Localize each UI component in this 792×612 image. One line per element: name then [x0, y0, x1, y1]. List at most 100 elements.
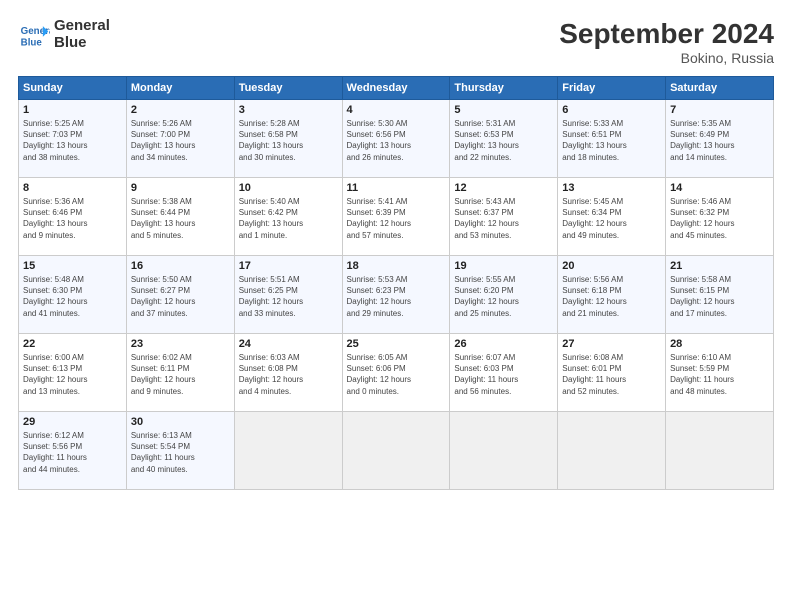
calendar-cell: 26 Sunrise: 6:07 AMSunset: 6:03 PMDayligh…: [450, 334, 558, 412]
calendar-cell: [342, 412, 450, 490]
day-detail: Sunrise: 6:07 AMSunset: 6:03 PMDaylight:…: [454, 353, 518, 396]
day-detail: Sunrise: 5:38 AMSunset: 6:44 PMDaylight:…: [131, 197, 195, 240]
day-detail: Sunrise: 6:02 AMSunset: 6:11 PMDaylight:…: [131, 353, 195, 396]
calendar-cell: 10 Sunrise: 5:40 AMSunset: 6:42 PMDayligh…: [234, 178, 342, 256]
calendar-cell: 7 Sunrise: 5:35 AMSunset: 6:49 PMDaylight…: [666, 100, 774, 178]
calendar-cell: 27 Sunrise: 6:08 AMSunset: 6:01 PMDayligh…: [558, 334, 666, 412]
day-number: 7: [670, 104, 769, 116]
day-number: 14: [670, 182, 769, 194]
day-number: 20: [562, 260, 661, 272]
weekday-header-tuesday: Tuesday: [234, 77, 342, 100]
day-number: 16: [131, 260, 230, 272]
day-number: 17: [239, 260, 338, 272]
calendar-cell: 16 Sunrise: 5:50 AMSunset: 6:27 PMDayligh…: [126, 256, 234, 334]
day-detail: Sunrise: 5:41 AMSunset: 6:39 PMDaylight:…: [347, 197, 411, 240]
calendar-cell: 9Sunrise: 5:38 AMSunset: 6:44 PMDaylight…: [126, 178, 234, 256]
calendar-cell: 17 Sunrise: 5:51 AMSunset: 6:25 PMDayligh…: [234, 256, 342, 334]
page: General Blue General Blue September 2024…: [0, 0, 792, 612]
calendar-table: SundayMondayTuesdayWednesdayThursdayFrid…: [18, 76, 774, 490]
calendar-cell: 4 Sunrise: 5:30 AMSunset: 6:56 PMDaylight…: [342, 100, 450, 178]
day-detail: Sunrise: 6:10 AMSunset: 5:59 PMDaylight:…: [670, 353, 734, 396]
day-number: 21: [670, 260, 769, 272]
day-number: 30: [131, 416, 230, 428]
day-detail: Sunrise: 5:48 AMSunset: 6:30 PMDaylight:…: [23, 275, 87, 318]
day-detail: Sunrise: 5:30 AMSunset: 6:56 PMDaylight:…: [347, 119, 411, 162]
day-number: 6: [562, 104, 661, 116]
calendar-cell: [558, 412, 666, 490]
day-detail: Sunrise: 5:43 AMSunset: 6:37 PMDaylight:…: [454, 197, 518, 240]
calendar-cell: 14 Sunrise: 5:46 AMSunset: 6:32 PMDayligh…: [666, 178, 774, 256]
day-detail: Sunrise: 5:28 AMSunset: 6:58 PMDaylight:…: [239, 119, 303, 162]
calendar-cell: 30 Sunrise: 6:13 AMSunset: 5:54 PMDayligh…: [126, 412, 234, 490]
day-number: 19: [454, 260, 553, 272]
day-detail: Sunrise: 6:05 AMSunset: 6:06 PMDaylight:…: [347, 353, 411, 396]
location: Bokino, Russia: [559, 50, 774, 66]
day-number: 10: [239, 182, 338, 194]
weekday-header-monday: Monday: [126, 77, 234, 100]
logo-text-general: General: [54, 18, 110, 35]
day-detail: Sunrise: 5:51 AMSunset: 6:25 PMDaylight:…: [239, 275, 303, 318]
day-detail: Sunrise: 5:33 AMSunset: 6:51 PMDaylight:…: [562, 119, 626, 162]
weekday-header-friday: Friday: [558, 77, 666, 100]
day-number: 13: [562, 182, 661, 194]
day-detail: Sunrise: 5:46 AMSunset: 6:32 PMDaylight:…: [670, 197, 734, 240]
day-number: 12: [454, 182, 553, 194]
calendar-cell: 28 Sunrise: 6:10 AMSunset: 5:59 PMDayligh…: [666, 334, 774, 412]
calendar-cell: 19 Sunrise: 5:55 AMSunset: 6:20 PMDayligh…: [450, 256, 558, 334]
calendar-cell: 13Sunrise: 5:45 AMSunset: 6:34 PMDayligh…: [558, 178, 666, 256]
calendar-cell: 29 Sunrise: 6:12 AMSunset: 5:56 PMDayligh…: [19, 412, 127, 490]
day-detail: Sunrise: 6:12 AMSunset: 5:56 PMDaylight:…: [23, 431, 87, 474]
day-number: 24: [239, 338, 338, 350]
calendar-cell: 21 Sunrise: 5:58 AMSunset: 6:15 PMDayligh…: [666, 256, 774, 334]
day-number: 26: [454, 338, 553, 350]
day-detail: Sunrise: 6:13 AMSunset: 5:54 PMDaylight:…: [131, 431, 195, 474]
calendar-cell: [666, 412, 774, 490]
day-detail: Sunrise: 5:53 AMSunset: 6:23 PMDaylight:…: [347, 275, 411, 318]
calendar-cell: 6 Sunrise: 5:33 AMSunset: 6:51 PMDaylight…: [558, 100, 666, 178]
calendar-cell: 2 Sunrise: 5:26 AMSunset: 7:00 PMDaylight…: [126, 100, 234, 178]
day-detail: Sunrise: 5:36 AMSunset: 6:46 PMDaylight:…: [23, 197, 87, 240]
calendar-cell: 24Sunrise: 6:03 AMSunset: 6:08 PMDayligh…: [234, 334, 342, 412]
calendar-cell: 18Sunrise: 5:53 AMSunset: 6:23 PMDayligh…: [342, 256, 450, 334]
calendar-cell: 5 Sunrise: 5:31 AMSunset: 6:53 PMDaylight…: [450, 100, 558, 178]
logo: General Blue General Blue: [18, 18, 110, 51]
day-number: 29: [23, 416, 122, 428]
day-number: 1: [23, 104, 122, 116]
day-detail: Sunrise: 5:56 AMSunset: 6:18 PMDaylight:…: [562, 275, 626, 318]
day-number: 27: [562, 338, 661, 350]
calendar-cell: 23Sunrise: 6:02 AMSunset: 6:11 PMDayligh…: [126, 334, 234, 412]
day-number: 28: [670, 338, 769, 350]
day-number: 2: [131, 104, 230, 116]
calendar-cell: 20 Sunrise: 5:56 AMSunset: 6:18 PMDayligh…: [558, 256, 666, 334]
day-number: 4: [347, 104, 446, 116]
day-number: 5: [454, 104, 553, 116]
day-number: 22: [23, 338, 122, 350]
title-block: September 2024 Bokino, Russia: [559, 18, 774, 66]
month-title: September 2024: [559, 18, 774, 50]
calendar-cell: 12 Sunrise: 5:43 AMSunset: 6:37 PMDayligh…: [450, 178, 558, 256]
calendar-cell: 8 Sunrise: 5:36 AMSunset: 6:46 PMDaylight…: [19, 178, 127, 256]
day-detail: Sunrise: 5:25 AMSunset: 7:03 PMDaylight:…: [23, 119, 87, 162]
day-detail: Sunrise: 6:00 AMSunset: 6:13 PMDaylight:…: [23, 353, 87, 396]
calendar-cell: 15 Sunrise: 5:48 AMSunset: 6:30 PMDayligh…: [19, 256, 127, 334]
day-detail: Sunrise: 5:55 AMSunset: 6:20 PMDaylight:…: [454, 275, 518, 318]
weekday-header-wednesday: Wednesday: [342, 77, 450, 100]
day-detail: Sunrise: 6:08 AMSunset: 6:01 PMDaylight:…: [562, 353, 626, 396]
day-detail: Sunrise: 5:35 AMSunset: 6:49 PMDaylight:…: [670, 119, 734, 162]
logo-icon: General Blue: [18, 19, 50, 51]
day-number: 8: [23, 182, 122, 194]
day-number: 3: [239, 104, 338, 116]
day-detail: Sunrise: 5:40 AMSunset: 6:42 PMDaylight:…: [239, 197, 303, 240]
calendar-cell: 22 Sunrise: 6:00 AMSunset: 6:13 PMDayligh…: [19, 334, 127, 412]
calendar-cell: 1 Sunrise: 5:25 AMSunset: 7:03 PMDaylight…: [19, 100, 127, 178]
day-detail: Sunrise: 5:50 AMSunset: 6:27 PMDaylight:…: [131, 275, 195, 318]
day-detail: Sunrise: 5:58 AMSunset: 6:15 PMDaylight:…: [670, 275, 734, 318]
day-number: 15: [23, 260, 122, 272]
day-detail: Sunrise: 5:31 AMSunset: 6:53 PMDaylight:…: [454, 119, 518, 162]
svg-text:Blue: Blue: [21, 37, 43, 48]
calendar-cell: 3 Sunrise: 5:28 AMSunset: 6:58 PMDaylight…: [234, 100, 342, 178]
calendar-cell: 11Sunrise: 5:41 AMSunset: 6:39 PMDayligh…: [342, 178, 450, 256]
calendar-cell: 25Sunrise: 6:05 AMSunset: 6:06 PMDayligh…: [342, 334, 450, 412]
header: General Blue General Blue September 2024…: [18, 18, 774, 66]
day-detail: Sunrise: 5:26 AMSunset: 7:00 PMDaylight:…: [131, 119, 195, 162]
